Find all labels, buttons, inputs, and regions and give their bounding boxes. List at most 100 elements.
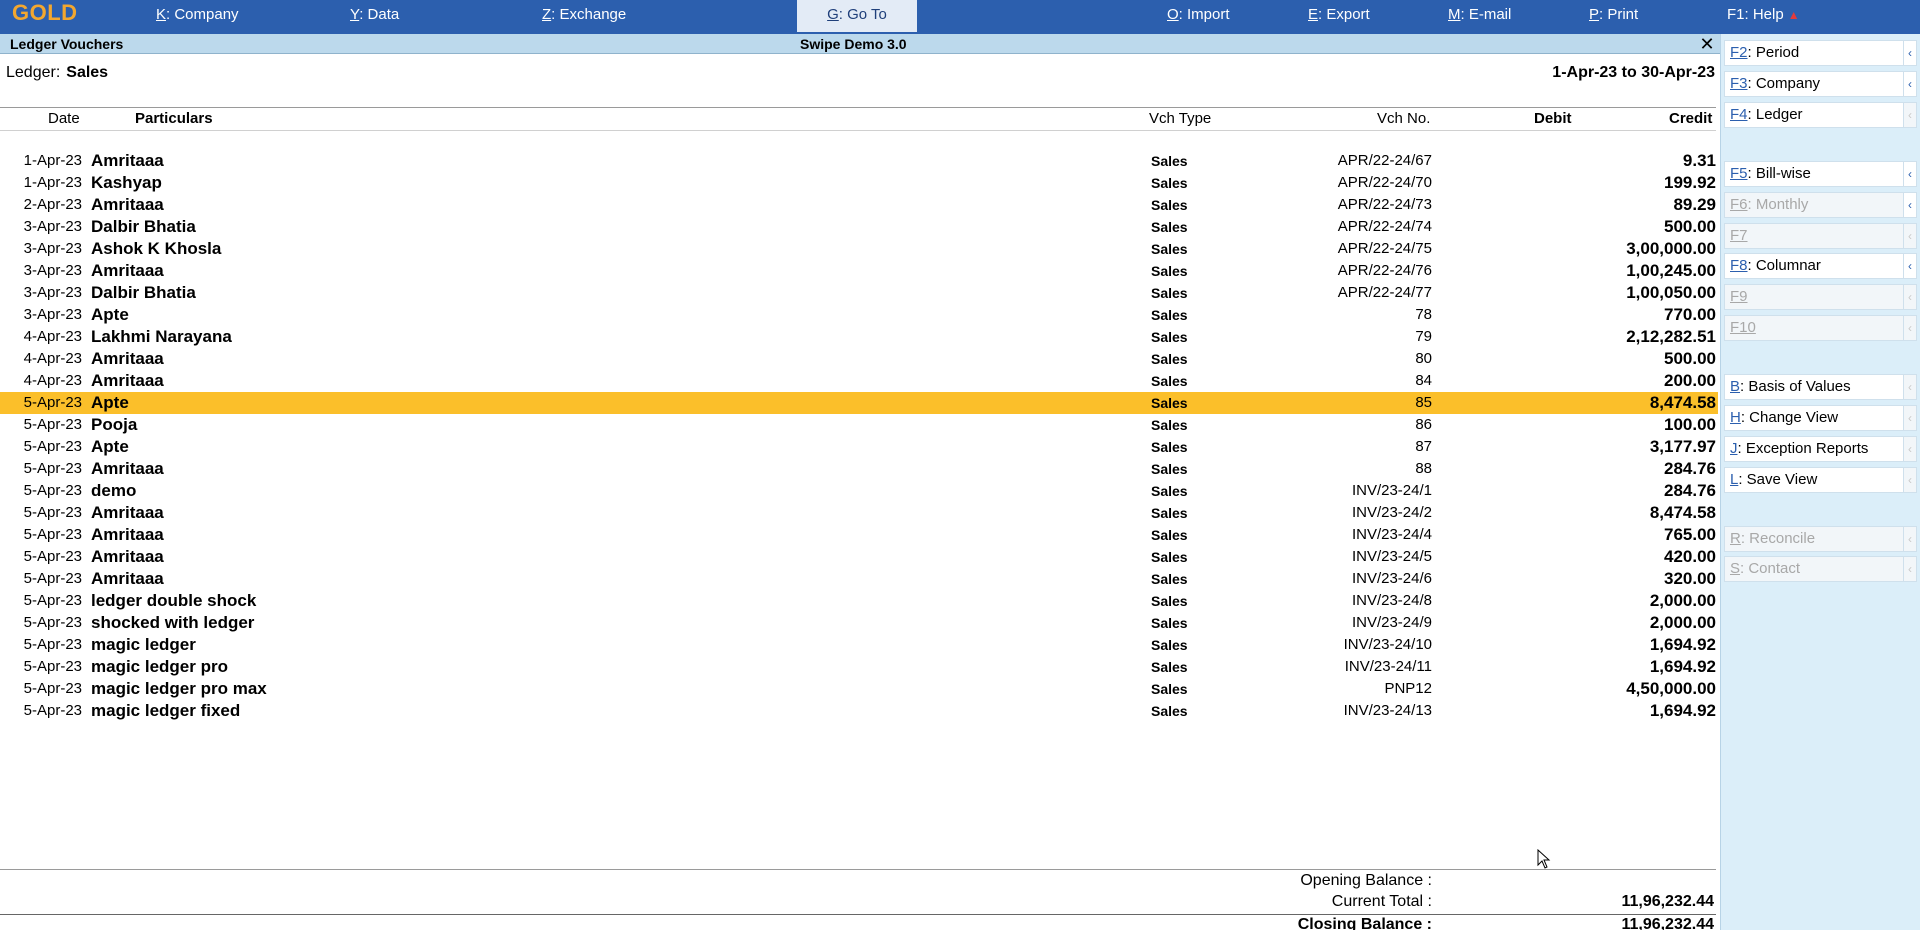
exception-key: J [1730,440,1738,457]
voucher-row[interactable]: 5-Apr-23 ledger double shock Sales INV/23-2… [0,590,1718,612]
billwise-button[interactable]: F5: Bill-wise [1724,161,1904,187]
menu-goto[interactable]: G: Go To [797,0,917,32]
ledger-key: F4 [1730,106,1748,123]
billwise-key: F5 [1730,165,1748,182]
row-date: 3-Apr-23 [23,262,82,279]
opening-balance-label: Opening Balance : [1300,872,1432,889]
voucher-row[interactable]: 1-Apr-23 Amritaaa Sales APR/22-24/67 9.31 [0,150,1718,172]
row-particulars: Dalbir Bhatia [91,217,196,236]
voucher-row[interactable]: 5-Apr-23 Amritaaa Sales INV/23-24/6 320.00 [0,568,1718,590]
menu-data[interactable]: Y: Data [350,0,399,30]
menu-email-label: : E-mail [1460,6,1512,23]
row-date: 5-Apr-23 [23,614,82,631]
chevron-left-icon[interactable]: ‹ [1903,192,1917,218]
menu-data-key: Y [350,6,360,23]
chevron-left-icon: ‹ [1903,556,1917,582]
basis-of-values-button[interactable]: B: Basis of Values [1724,374,1904,400]
row-vch-type: Sales [1151,505,1188,521]
contact-label: : Contact [1740,560,1801,577]
company-button[interactable]: F3: Company [1724,71,1904,97]
f7-key: F7 [1730,227,1748,244]
menu-print[interactable]: P: Print [1589,0,1638,30]
ledger-button[interactable]: F4: Ledger [1724,102,1904,128]
row-credit: 1,00,245.00 [1626,261,1716,280]
row-particulars: Kashyap [91,173,162,192]
row-credit: 1,694.92 [1649,657,1716,676]
voucher-row-selected[interactable]: 5-Apr-23 Apte Sales 85 8,474.58 [0,392,1718,414]
voucher-row[interactable]: 5-Apr-23 Amritaaa Sales 88 284.76 [0,458,1718,480]
voucher-row[interactable]: 4-Apr-23 Amritaaa Sales 80 500.00 [0,348,1718,370]
chevron-left-icon[interactable]: ‹ [1903,40,1917,66]
menu-help[interactable]: F1: Help ▲ [1727,0,1800,30]
chevron-left-icon[interactable]: ‹ [1903,161,1917,187]
voucher-row[interactable]: 3-Apr-23 Amritaaa Sales APR/22-24/76 1,00,24… [0,260,1718,282]
basis-label: : Basis of Values [1740,378,1851,395]
voucher-row[interactable]: 5-Apr-23 magic ledger pro max Sales PNP12 4,… [0,678,1718,700]
chevron-left-icon: ‹ [1903,374,1917,400]
voucher-row[interactable]: 4-Apr-23 Amritaaa Sales 84 200.00 [0,370,1718,392]
voucher-row[interactable]: 5-Apr-23 Pooja Sales 86 100.00 [0,414,1718,436]
voucher-row[interactable]: 4-Apr-23 Lakhmi Narayana Sales 79 2,12,282.5… [0,326,1718,348]
row-credit: 2,12,282.51 [1626,327,1716,346]
row-date: 3-Apr-23 [23,284,82,301]
voucher-row[interactable]: 5-Apr-23 magic ledger pro Sales INV/23-24/1… [0,656,1718,678]
voucher-row[interactable]: 5-Apr-23 Amritaaa Sales INV/23-24/5 420.00 [0,546,1718,568]
menu-email[interactable]: M: E-mail [1448,0,1511,30]
columnar-button[interactable]: F8: Columnar [1724,253,1904,279]
save-view-button[interactable]: L: Save View [1724,467,1904,493]
voucher-row[interactable]: 5-Apr-23 magic ledger fixed Sales INV/23-24… [0,700,1718,722]
voucher-row[interactable]: 5-Apr-23 demo Sales INV/23-24/1 284.76 [0,480,1718,502]
row-vch-no: APR/22-24/73 [1337,196,1432,213]
row-particulars: Amritaaa [91,525,164,544]
row-credit: 9.31 [1682,151,1716,170]
menu-company[interactable]: K: Company [156,0,239,30]
voucher-row[interactable]: 2-Apr-23 Amritaaa Sales APR/22-24/73 89.29 [0,194,1718,216]
row-vch-type: Sales [1151,461,1188,477]
voucher-row[interactable]: 5-Apr-23 Apte Sales 87 3,177.97 [0,436,1718,458]
row-vch-type: Sales [1151,153,1188,169]
close-icon[interactable]: ✕ [1696,33,1718,55]
voucher-row[interactable]: 5-Apr-23 Amritaaa Sales INV/23-24/2 8,474.58 [0,502,1718,524]
row-date: 5-Apr-23 [23,438,82,455]
change-view-button[interactable]: H: Change View [1724,405,1904,431]
reconcile-key: R [1730,530,1741,547]
voucher-row[interactable]: 3-Apr-23 Dalbir Bhatia Sales APR/22-24/74 50… [0,216,1718,238]
voucher-row[interactable]: 3-Apr-23 Dalbir Bhatia Sales APR/22-24/77 1,… [0,282,1718,304]
row-date: 5-Apr-23 [23,636,82,653]
row-date: 5-Apr-23 [23,592,82,609]
ledger-name: Sales [66,64,109,81]
exception-label: : Exception Reports [1737,440,1869,457]
menu-company-label: : Company [166,6,239,23]
period-button[interactable]: F2: Period [1724,40,1904,66]
voucher-row[interactable]: 3-Apr-23 Apte Sales 78 770.00 [0,304,1718,326]
voucher-row[interactable]: 3-Apr-23 Ashok K Khosla Sales APR/22-24/75 3… [0,238,1718,260]
menu-export[interactable]: E: Export [1308,0,1370,30]
voucher-row[interactable]: 5-Apr-23 magic ledger Sales INV/23-24/10 1,6… [0,634,1718,656]
voucher-row[interactable]: 5-Apr-23 Amritaaa Sales INV/23-24/4 765.00 [0,524,1718,546]
product-logo: GOLD [12,0,78,25]
row-credit: 284.76 [1664,481,1716,500]
exception-reports-button[interactable]: J: Exception Reports [1724,436,1904,462]
row-vch-no: INV/23-24/8 [1351,592,1432,609]
row-vch-no: 88 [1415,460,1432,477]
menu-import[interactable]: O: Import [1167,0,1230,30]
chevron-left-icon[interactable]: ‹ [1903,253,1917,279]
row-credit: 765.00 [1664,525,1716,544]
row-vch-type: Sales [1151,483,1188,499]
menu-exchange[interactable]: Z: Exchange [542,0,626,30]
voucher-row[interactable]: 5-Apr-23 shocked with ledger Sales INV/23-2… [0,612,1718,634]
voucher-row[interactable]: 1-Apr-23 Kashyap Sales APR/22-24/70 199.92 [0,172,1718,194]
row-vch-type: Sales [1151,285,1188,301]
chevron-left-icon[interactable]: ‹ [1903,71,1917,97]
row-vch-no: INV/23-24/5 [1351,548,1432,565]
chevron-left-icon: ‹ [1903,405,1917,431]
report-period: 1-Apr-23 to 30-Apr-23 [1552,64,1715,81]
row-date: 5-Apr-23 [23,394,82,411]
row-vch-type: Sales [1151,571,1188,587]
screen-title-bar: Ledger Vouchers Swipe Demo 3.0 ✕ [0,34,1720,54]
menu-import-label: : Import [1178,6,1230,23]
row-vch-no: APR/22-24/67 [1337,152,1432,169]
row-particulars: Amritaaa [91,503,164,522]
voucher-list: 1-Apr-23 Amritaaa Sales APR/22-24/67 9.31 1-… [0,150,1718,722]
monthly-button: F6: Monthly [1724,192,1904,218]
